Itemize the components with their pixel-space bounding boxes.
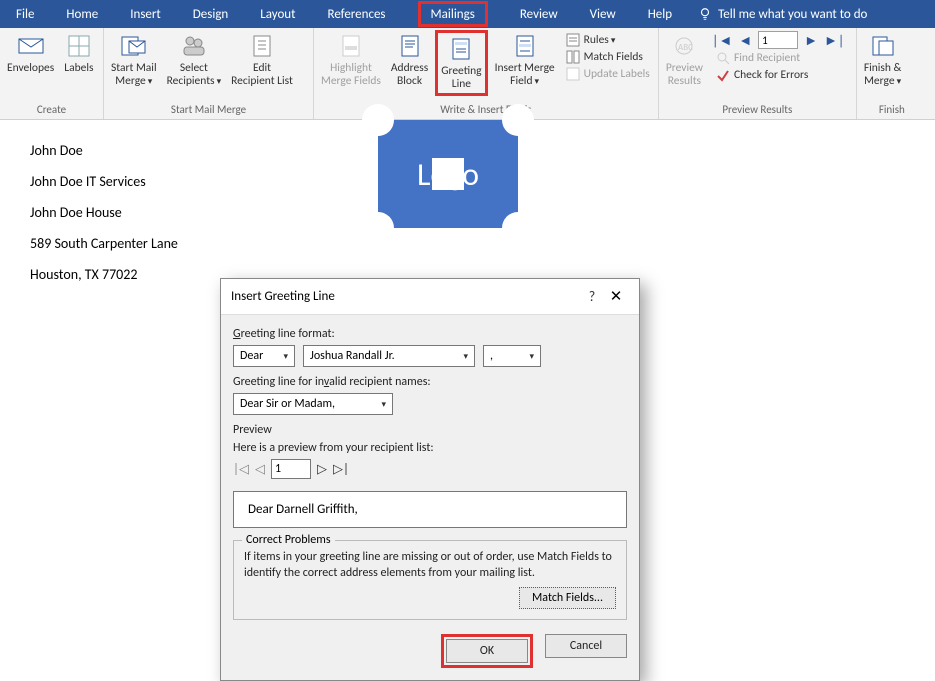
find-recipient-button: Find Recipient [712,50,844,66]
envelope-icon [18,36,44,56]
envelopes-button[interactable]: Envelopes [4,30,57,77]
preview-label: Preview [233,423,627,437]
recipients-icon [182,35,206,57]
menu-file[interactable]: File [0,0,50,28]
prev-record-button[interactable]: ◄ [738,32,752,49]
preview-navigator: |◁ ◁ ▷ ▷| [233,459,627,479]
name-format-combo[interactable]: Joshua Randall Jr.▾ [303,345,475,367]
mailmerge-icon [121,35,147,57]
next-record-button[interactable]: ► [804,32,818,49]
doc-line-3: 589 South Carpenter Lane [30,235,905,252]
logo-shape: Logo [378,120,518,228]
menu-help[interactable]: Help [632,0,688,28]
find-icon [716,51,730,65]
preview-text-box: Dear Darnell Griffith, [233,491,627,528]
match-fields-ribbon-button[interactable]: Match Fields [562,49,654,65]
merge-field-icon [514,34,536,58]
menu-design[interactable]: Design [177,0,244,28]
rules-icon [566,33,580,47]
menu-mailings[interactable]: Mailings [402,0,504,28]
greeting-line-icon [450,37,472,61]
labels-icon [68,35,90,57]
check-errors-button[interactable]: Check for Errors [712,67,844,83]
match-fields-button[interactable]: Match Fields... [519,587,616,609]
svg-text:ABC: ABC [678,42,693,53]
menu-mailings-highlight: Mailings [418,1,488,27]
dialog-close-button[interactable]: ✕ [603,287,629,306]
punctuation-combo[interactable]: ,▾ [483,345,541,367]
last-record-button[interactable]: ►| [824,32,844,49]
address-block-button[interactable]: Address Block [388,30,431,90]
tell-me[interactable]: Tell me what you want to do [688,0,877,28]
menu-references[interactable]: References [312,0,402,28]
menu-home[interactable]: Home [50,0,114,28]
start-mail-merge-button[interactable]: Start Mail Merge [108,30,160,90]
finish-merge-button[interactable]: Finish & Merge [861,30,905,90]
greeting-line-button[interactable]: Greeting Line [435,30,487,96]
lightbulb-icon [698,7,712,21]
group-start-label: Start Mail Merge [108,101,309,119]
preview-next-button[interactable]: ▷ [317,462,327,477]
greeting-format-label: Greeting line format: [233,327,627,341]
preview-last-button[interactable]: ▷| [333,462,349,477]
correct-problems-text: If items in your greeting line are missi… [244,549,616,581]
edit-recipient-list-button[interactable]: Edit Recipient List [228,30,296,90]
tell-me-label: Tell me what you want to do [718,7,867,22]
group-preview-label: Preview Results [663,101,852,119]
correct-problems-group: Correct Problems If items in your greeti… [233,540,627,620]
first-record-button[interactable]: |◄ [712,32,732,49]
menu-review[interactable]: Review [504,0,574,28]
preview-results-button: ABCPreview Results [663,30,706,90]
record-number-input[interactable] [758,31,798,49]
logo-text: Logo [417,155,479,194]
invalid-greeting-combo[interactable]: Dear Sir or Madam,▾ [233,393,393,415]
correct-problems-legend: Correct Problems [242,533,335,547]
ribbon: Envelopes Labels Create Start Mail Merge… [0,28,935,120]
match-fields-icon [566,50,580,64]
edit-list-icon [250,34,274,58]
menu-layout[interactable]: Layout [244,0,311,28]
preview-first-button[interactable]: |◁ [233,462,249,477]
dialog-title: Insert Greeting Line [231,289,581,304]
ok-button[interactable]: OK [446,639,528,663]
preview-hint: Here is a preview from your recipient li… [233,441,627,455]
preview-prev-button[interactable]: ◁ [255,462,265,477]
invalid-names-label: Greeting line for invalid recipient name… [233,375,627,389]
labels-button[interactable]: Labels [61,30,96,77]
address-block-icon [399,34,421,58]
update-labels-button: Update Labels [562,66,654,82]
insert-greeting-line-dialog: Insert Greeting Line ? ✕ Greeting line f… [220,278,640,681]
ok-button-highlight: OK [441,634,533,668]
preview-index-input[interactable] [271,459,311,479]
menu-view[interactable]: View [574,0,632,28]
record-navigator: |◄ ◄ ► ►| [712,31,844,49]
group-finish-label: Finish [861,101,923,119]
menu-insert[interactable]: Insert [114,0,177,28]
highlight-merge-fields-button: Highlight Merge Fields [318,30,384,90]
menu-bar: File Home Insert Design Layout Reference… [0,0,935,28]
finish-icon [871,35,895,57]
select-recipients-button[interactable]: Select Recipients [164,30,225,90]
dialog-help-button[interactable]: ? [581,288,603,305]
insert-merge-field-button[interactable]: Insert Merge Field [492,30,558,90]
check-errors-icon [716,68,730,82]
cancel-button[interactable]: Cancel [545,634,627,658]
highlight-icon [340,34,362,58]
salutation-combo[interactable]: Dear▾ [233,345,295,367]
preview-icon: ABC [671,36,697,56]
group-create-label: Create [4,101,99,119]
rules-button[interactable]: Rules [562,32,654,48]
update-labels-icon [566,67,580,81]
